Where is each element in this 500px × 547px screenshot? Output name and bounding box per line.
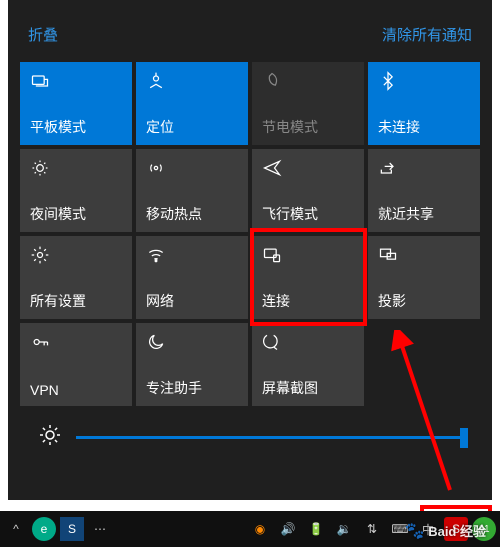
tile-label: 定位 xyxy=(146,117,238,137)
tile-label: VPN xyxy=(30,382,122,398)
taskbar-app-icon[interactable]: S xyxy=(60,517,84,541)
brightness-track[interactable] xyxy=(76,436,468,439)
tile-focus-assist[interactable]: 专注助手 xyxy=(136,323,248,406)
tile-label: 专注助手 xyxy=(146,378,238,398)
brightness-slider[interactable] xyxy=(38,423,468,452)
tile-connect[interactable]: 连接 xyxy=(252,236,364,319)
project-icon xyxy=(378,244,470,266)
tile-label: 飞行模式 xyxy=(262,204,354,224)
tile-all-settings[interactable]: 所有设置 xyxy=(20,236,132,319)
location-icon xyxy=(146,70,238,92)
tile-airplane[interactable]: 飞行模式 xyxy=(252,149,364,232)
tile-bluetooth[interactable]: 未连接 xyxy=(368,62,480,145)
quick-actions-grid: 平板模式 定位 节电模式 未连接夜间模式 移动热点 飞行模式 就近共享所有设置 网络 连接 投影 V… xyxy=(20,62,480,406)
tile-label: 节电模式 xyxy=(262,117,354,137)
tile-label: 就近共享 xyxy=(378,204,470,224)
airplane-icon xyxy=(262,157,354,179)
action-center-header: 折叠 清除所有通知 xyxy=(20,10,480,58)
tile-label: 所有设置 xyxy=(30,291,122,311)
wifi-icon xyxy=(146,244,238,266)
tile-nearby-share[interactable]: 就近共享 xyxy=(368,149,480,232)
tile-label: 平板模式 xyxy=(30,117,122,137)
brightness-thumb[interactable] xyxy=(460,428,468,448)
tile-label: 网络 xyxy=(146,291,238,311)
tile-hotspot[interactable]: 移动热点 xyxy=(136,149,248,232)
tile-label: 夜间模式 xyxy=(30,204,122,224)
tile-vpn[interactable]: VPN xyxy=(20,323,132,406)
tray-battery-icon[interactable]: 🔋 xyxy=(304,517,328,541)
snip-icon xyxy=(262,331,354,353)
leaf-icon xyxy=(262,70,354,92)
tile-label: 屏幕截图 xyxy=(262,378,354,398)
tile-label: 移动热点 xyxy=(146,204,238,224)
share-icon xyxy=(378,157,470,179)
tile-label: 连接 xyxy=(262,291,354,311)
bluetooth-icon xyxy=(378,70,470,92)
tile-label: 投影 xyxy=(378,291,470,311)
vpn-icon xyxy=(30,331,122,353)
taskbar-chevron-up-icon[interactable]: ^ xyxy=(4,517,28,541)
watermark: 🐾 Baid 经验 xyxy=(405,521,486,541)
clear-all-link[interactable]: 清除所有通知 xyxy=(382,24,472,45)
hotspot-icon xyxy=(146,157,238,179)
tile-location[interactable]: 定位 xyxy=(136,62,248,145)
tray-network-icon[interactable]: ⇅ xyxy=(360,517,384,541)
gear-icon xyxy=(30,244,122,266)
moon-icon xyxy=(146,331,238,353)
taskbar-more-icon[interactable]: ⋯ xyxy=(88,517,112,541)
tile-network[interactable]: 网络 xyxy=(136,236,248,319)
tray-360-icon[interactable]: ◉ xyxy=(248,517,272,541)
tablet-icon xyxy=(30,70,122,92)
brightness-icon xyxy=(38,423,62,452)
tile-project[interactable]: 投影 xyxy=(368,236,480,319)
paw-icon: 🐾 xyxy=(405,523,425,540)
connect-icon xyxy=(262,244,354,266)
tile-tablet-mode[interactable]: 平板模式 xyxy=(20,62,132,145)
taskbar-edge-icon[interactable]: e xyxy=(32,517,56,541)
sun-icon xyxy=(30,157,122,179)
tray-volume-icon[interactable]: 🔉 xyxy=(332,517,356,541)
action-center-panel: 折叠 清除所有通知 平板模式 定位 节电模式 未连接夜间模式 移动热点 飞行模式 就近共享所… xyxy=(8,0,492,500)
tile-screenshot[interactable]: 屏幕截图 xyxy=(252,323,364,406)
tile-battery-saver[interactable]: 节电模式 xyxy=(252,62,364,145)
tile-night-light[interactable]: 夜间模式 xyxy=(20,149,132,232)
tile-label: 未连接 xyxy=(378,117,470,137)
collapse-link[interactable]: 折叠 xyxy=(28,24,58,45)
tray-sound-icon[interactable]: 🔊 xyxy=(276,517,300,541)
